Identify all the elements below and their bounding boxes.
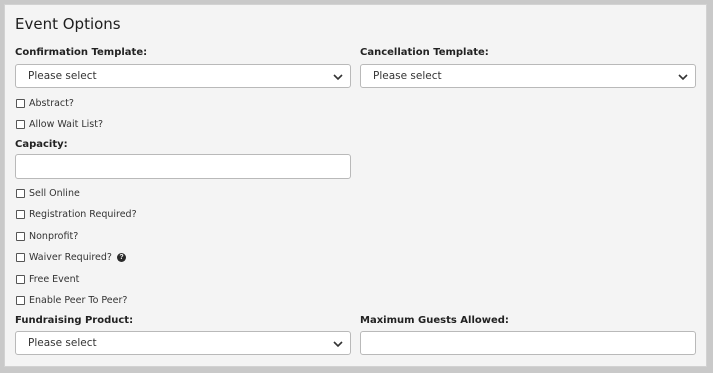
sell-online-label: Sell Online xyxy=(29,187,80,199)
fundraising-product-value: Please select xyxy=(28,337,97,349)
cancellation-template-label: Cancellation Template: xyxy=(360,47,489,58)
enable-peer-to-peer-checkbox[interactable] xyxy=(16,295,25,305)
question-circle-icon[interactable]: ? xyxy=(116,252,126,262)
free-event-checkbox-row[interactable]: Free Event xyxy=(16,273,79,285)
abstract-checkbox[interactable] xyxy=(16,98,25,108)
abstract-label: Abstract? xyxy=(29,97,74,109)
confirmation-template-select[interactable]: Please select xyxy=(15,64,351,88)
cancellation-template-value: Please select xyxy=(373,70,442,82)
maximum-guests-label: Maximum Guests Allowed: xyxy=(360,315,509,326)
free-event-label: Free Event xyxy=(29,273,80,285)
nonprofit-label: Nonprofit? xyxy=(29,230,79,242)
waiver-required-label: Waiver Required? xyxy=(29,251,112,263)
abstract-checkbox-row[interactable]: Abstract? xyxy=(16,97,74,109)
fundraising-product-select[interactable]: Please select xyxy=(15,331,351,355)
capacity-label: Capacity: xyxy=(15,139,68,150)
allow-wait-list-checkbox-row[interactable]: Allow Wait List? xyxy=(16,118,103,130)
chevron-down-icon xyxy=(678,74,688,81)
confirmation-template-value: Please select xyxy=(28,70,97,82)
waiver-required-checkbox-row[interactable]: Waiver Required? ? xyxy=(16,251,126,263)
allow-wait-list-label: Allow Wait List? xyxy=(29,118,104,130)
waiver-required-checkbox[interactable] xyxy=(16,252,25,262)
confirmation-template-label: Confirmation Template: xyxy=(15,47,148,58)
registration-required-label: Registration Required? xyxy=(29,208,137,220)
cancellation-template-select[interactable]: Please select xyxy=(360,64,696,88)
capacity-input[interactable] xyxy=(15,154,351,179)
nonprofit-checkbox-row[interactable]: Nonprofit? xyxy=(16,230,78,242)
sell-online-checkbox[interactable] xyxy=(16,188,25,198)
sell-online-checkbox-row[interactable]: Sell Online xyxy=(16,187,80,199)
registration-required-checkbox-row[interactable]: Registration Required? xyxy=(16,208,137,220)
event-options-panel: Event Options Confirmation Template: Ple… xyxy=(4,4,707,367)
registration-required-checkbox[interactable] xyxy=(16,209,25,219)
maximum-guests-input[interactable] xyxy=(360,331,696,355)
allow-wait-list-checkbox[interactable] xyxy=(16,119,25,129)
chevron-down-icon xyxy=(333,341,343,348)
enable-peer-to-peer-checkbox-row[interactable]: Enable Peer To Peer? xyxy=(16,294,127,306)
chevron-down-icon xyxy=(333,74,343,81)
fundraising-product-label: Fundraising Product: xyxy=(15,315,134,326)
panel-title: Event Options xyxy=(15,15,121,33)
free-event-checkbox[interactable] xyxy=(16,274,25,284)
enable-peer-to-peer-label: Enable Peer To Peer? xyxy=(29,294,128,306)
nonprofit-checkbox[interactable] xyxy=(16,231,25,241)
